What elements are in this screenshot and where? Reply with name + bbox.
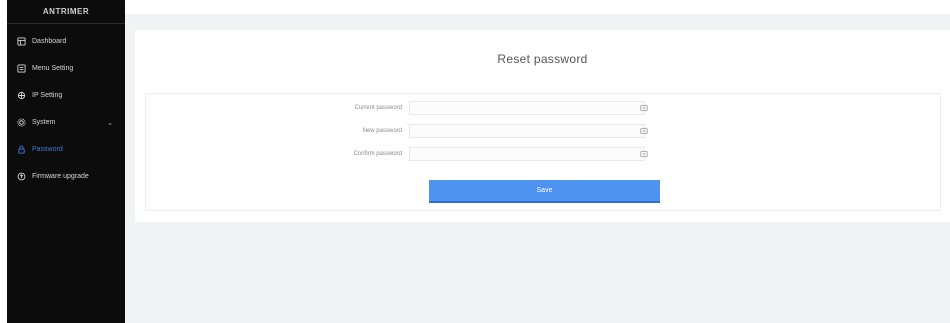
- sidebar-item-menu-setting[interactable]: Menu Setting: [7, 55, 125, 82]
- password-form: Current password New password Confirm pa…: [145, 93, 941, 211]
- sidebar-item-ip-setting[interactable]: IP Setting: [7, 82, 125, 109]
- sidebar-item-label: Dashboard: [32, 38, 67, 45]
- sidebar-item-system[interactable]: System ⌄: [7, 109, 125, 136]
- sidebar-nav: Dashboard Menu Setting IP Setting System…: [7, 28, 125, 190]
- top-bar: [125, 0, 950, 14]
- confirm-password-label: Confirm password: [353, 151, 402, 157]
- menu-icon: [17, 64, 26, 73]
- brand-logo: ANTRIMER: [7, 0, 125, 24]
- sidebar-item-label: Menu Setting: [32, 65, 74, 72]
- upgrade-icon: [17, 172, 26, 181]
- chevron-down-icon: ⌄: [107, 119, 113, 127]
- reset-password-card: Reset password Current password New pass…: [135, 30, 950, 222]
- sidebar-item-label: System: [32, 119, 56, 126]
- sidebar: ANTRIMER Dashboard Menu Setting IP Setti…: [7, 0, 125, 323]
- eye-icon[interactable]: [640, 127, 648, 135]
- sidebar-item-dashboard[interactable]: Dashboard: [7, 28, 125, 55]
- new-password-row: New password: [146, 124, 645, 138]
- sidebar-item-label: Password: [32, 146, 63, 153]
- confirm-password-row: Confirm password: [146, 147, 645, 161]
- sidebar-item-password[interactable]: Password: [7, 136, 125, 163]
- page-title: Reset password: [497, 52, 588, 66]
- sidebar-item-label: Firmware upgrade: [32, 173, 89, 180]
- new-password-input[interactable]: [409, 124, 645, 138]
- current-password-input[interactable]: [409, 101, 645, 115]
- new-password-label: New password: [362, 128, 402, 134]
- dashboard-icon: [17, 37, 26, 46]
- current-password-label: Current password: [354, 105, 402, 111]
- lock-icon: [17, 145, 26, 154]
- sidebar-item-firmware-upgrade[interactable]: Firmware upgrade: [7, 163, 125, 190]
- network-icon: [17, 91, 26, 100]
- eye-icon[interactable]: [640, 150, 648, 158]
- confirm-password-input[interactable]: [409, 147, 645, 161]
- sidebar-item-label: IP Setting: [32, 92, 63, 99]
- gear-icon: [17, 118, 26, 127]
- current-password-row: Current password: [146, 101, 645, 115]
- eye-icon[interactable]: [640, 104, 648, 112]
- save-button[interactable]: Save: [429, 180, 660, 203]
- main-content: Reset password Current password New pass…: [125, 0, 950, 323]
